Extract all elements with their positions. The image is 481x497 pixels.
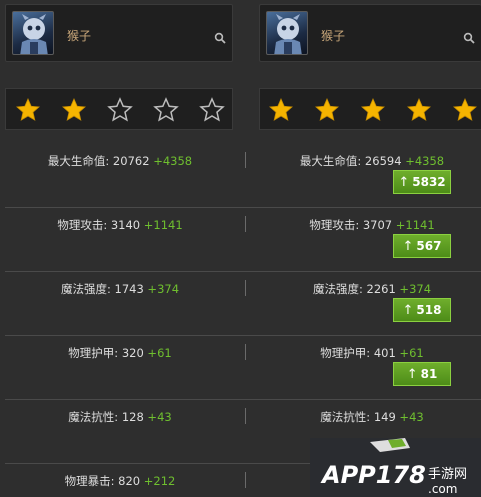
star-empty-icon [153, 97, 179, 122]
star-filled-icon [62, 98, 86, 121]
hero-name: 猴子 [67, 29, 92, 43]
svg-text:APP178: APP178 [320, 461, 426, 489]
stat-left: 魔法强度: 1743 +374 [61, 281, 179, 297]
stat-bonus: +374 [147, 282, 180, 296]
stat-value: 物理攻击: 3707 [309, 218, 396, 232]
stat-bonus: +43 [147, 410, 172, 424]
stat-value: 物理护甲: 401 [320, 346, 400, 360]
row-divider [5, 399, 481, 400]
star-empty-icon [199, 97, 225, 122]
stat-diff-badge: ↑ 5832 [393, 170, 451, 194]
stat-right: 最大生命值: 26594 +4358 [300, 153, 444, 169]
star-filled-icon [269, 98, 293, 121]
stat-value: 魔法强度: 1743 [60, 282, 148, 296]
stat-left: 最大生命值: 20762 +4358 [48, 153, 192, 169]
stat-bonus: +1141 [143, 218, 183, 232]
stat-bonus: +61 [147, 346, 172, 360]
stat-diff-value: 81 [420, 367, 438, 381]
stat-diff-badge: ↑ 518 [393, 298, 451, 322]
up-arrow-icon: ↑ [402, 238, 414, 254]
stat-bonus: +43 [399, 410, 424, 424]
hero-card-left[interactable]: 猴子 [5, 4, 233, 62]
star-filled-icon [16, 98, 40, 121]
stat-value: 物理护甲: 320 [68, 346, 148, 360]
column-divider [245, 216, 246, 232]
stat-left: 物理暴击: 820 +212 [65, 473, 176, 489]
stat-diff-value: 5832 [412, 175, 446, 189]
row-divider [5, 335, 481, 336]
stat-value: 物理攻击: 3140 [57, 218, 144, 232]
star-filled-icon [453, 98, 477, 121]
stat-bonus: +4358 [405, 154, 445, 168]
row-divider [5, 207, 481, 208]
stat-right: 魔法抗性: 149 +43 [320, 409, 423, 425]
stat-diff-badge: ↑ 81 [393, 362, 451, 386]
stat-value: 魔法抗性: 149 [320, 410, 400, 424]
hero-card-right[interactable]: 猴子 [259, 4, 481, 62]
stat-left: 魔法抗性: 128 +43 [68, 409, 171, 425]
column-divider [245, 344, 246, 360]
column-divider [245, 472, 246, 488]
stat-bonus: +4358 [153, 154, 193, 168]
star-filled-icon [315, 98, 339, 121]
stat-diff-value: 567 [416, 239, 442, 253]
star-rating-right [259, 88, 481, 130]
stat-value: 最大生命值: 26594 [299, 154, 406, 168]
column-divider [245, 280, 246, 296]
watermark-logo: APP178 手游网 .com [310, 438, 481, 497]
stat-value: 魔法强度: 2261 [312, 282, 400, 296]
star-empty-icon [107, 97, 133, 122]
stat-right: 物理护甲: 401 +61 [320, 345, 423, 361]
up-arrow-icon: ↑ [406, 366, 418, 382]
search-icon[interactable] [463, 32, 475, 44]
stat-value: 物理暴击: 820 [64, 474, 144, 488]
stat-left: 物理攻击: 3140 +1141 [57, 217, 182, 233]
row-divider [5, 271, 481, 272]
stat-right: 魔法强度: 2261 +374 [313, 281, 431, 297]
hero-avatar [266, 11, 308, 55]
up-arrow-icon: ↑ [402, 302, 414, 318]
stat-bonus: +212 [143, 474, 176, 488]
hero-name: 猴子 [321, 29, 346, 43]
stat-value: 最大生命值: 20762 [47, 154, 154, 168]
stat-value: 魔法抗性: 128 [68, 410, 148, 424]
stat-bonus: +1141 [395, 218, 435, 232]
stat-left: 物理护甲: 320 +61 [68, 345, 171, 361]
stat-bonus: +61 [399, 346, 424, 360]
svg-text:.com: .com [428, 482, 457, 496]
star-filled-icon [407, 98, 431, 121]
up-arrow-icon: ↑ [398, 174, 410, 190]
search-icon[interactable] [214, 32, 226, 44]
stat-right: 物理攻击: 3707 +1141 [309, 217, 434, 233]
stat-diff-badge: ↑ 567 [393, 234, 451, 258]
stat-bonus: +374 [399, 282, 432, 296]
star-rating-left [5, 88, 233, 130]
column-divider [245, 152, 246, 168]
column-divider [245, 408, 246, 424]
stat-diff-value: 518 [416, 303, 442, 317]
svg-text:手游网: 手游网 [428, 467, 467, 482]
hero-avatar [12, 11, 54, 55]
star-filled-icon [361, 98, 385, 121]
